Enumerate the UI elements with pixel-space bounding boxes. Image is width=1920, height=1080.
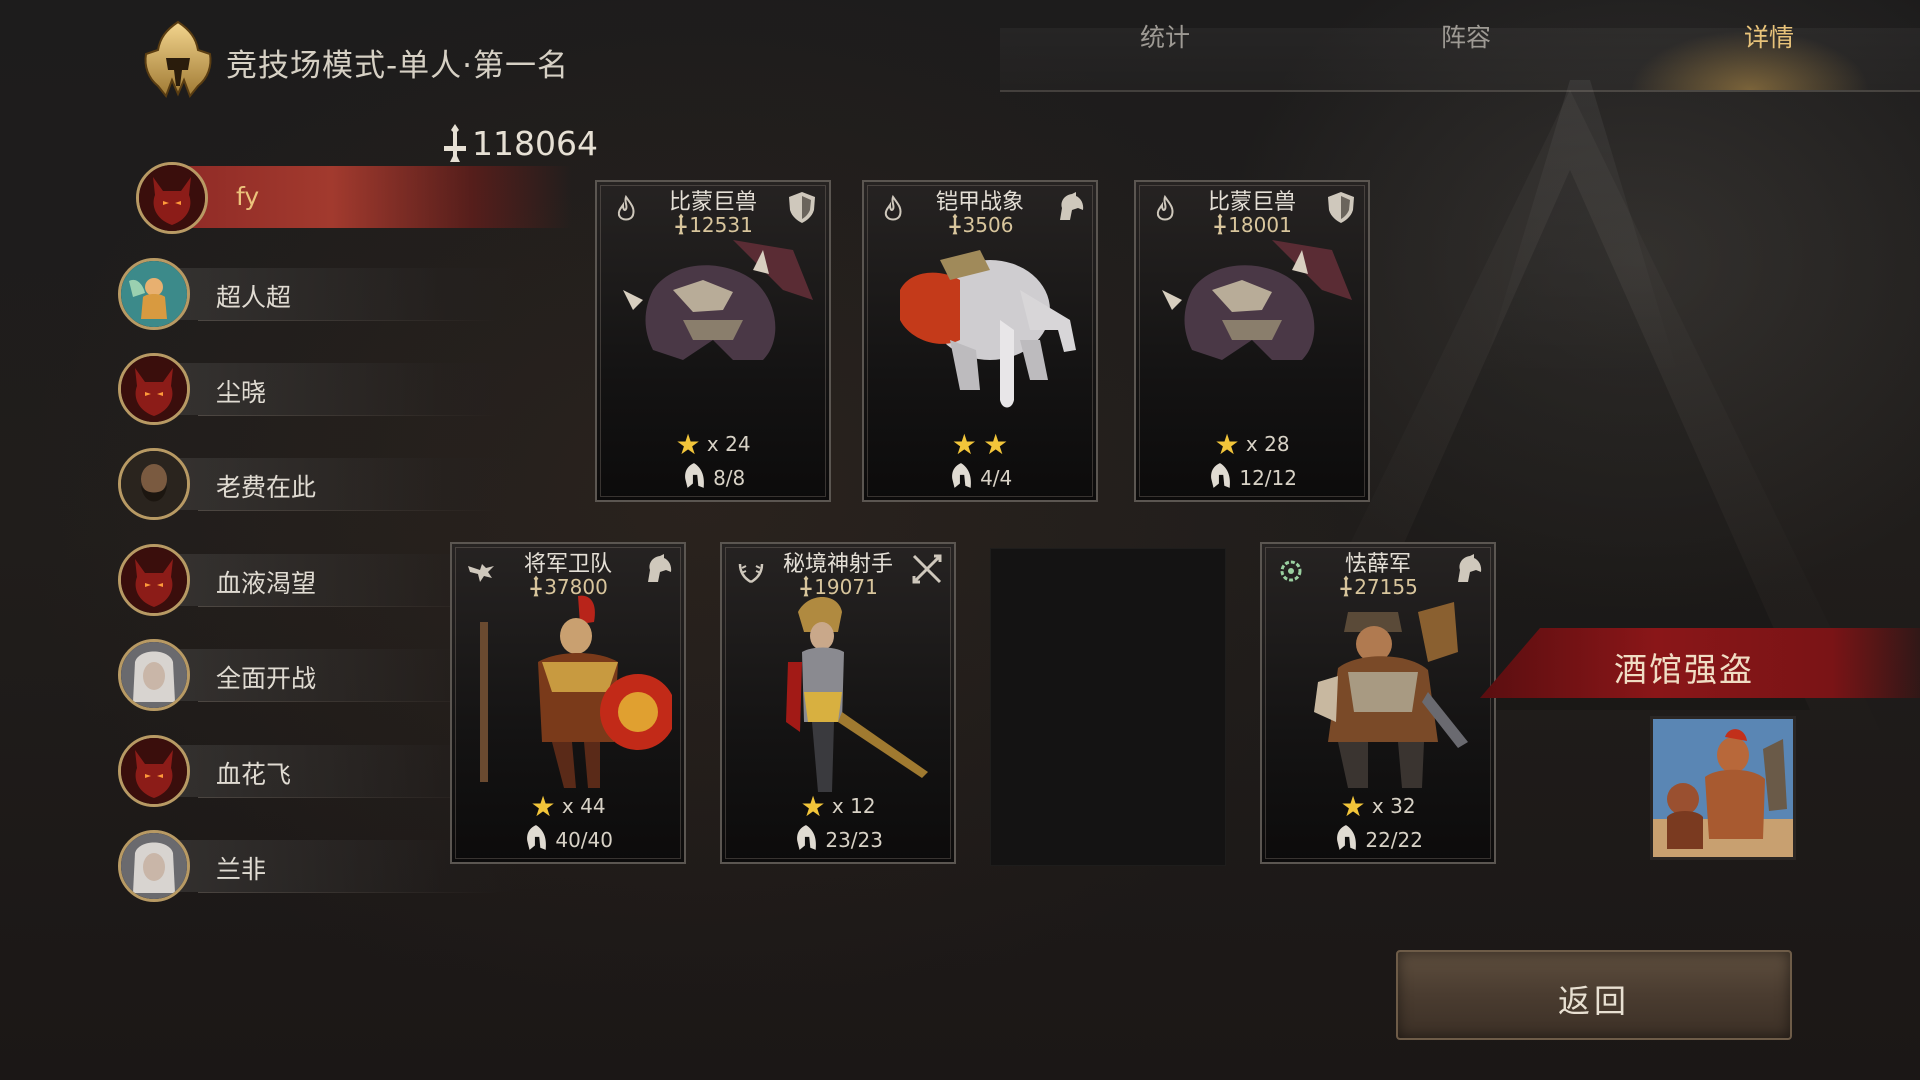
player-row[interactable]: 老费在此 bbox=[118, 446, 518, 522]
unit-count: 4/4 bbox=[864, 462, 1096, 490]
player-row[interactable]: 全面开战 bbox=[118, 637, 518, 713]
unit-card[interactable]: 比蒙巨兽 18001 ★ x 28 12/12 bbox=[1134, 180, 1370, 502]
helmet-icon bbox=[948, 462, 974, 490]
player-name: fy bbox=[236, 182, 260, 211]
unit-card[interactable]: 铠甲战象 3506 ★ ★ 4/4 bbox=[862, 180, 1098, 502]
bandit-portrait bbox=[1653, 719, 1793, 857]
player-row[interactable]: 超人超 bbox=[118, 256, 518, 332]
unit-card[interactable]: 秘境神射手 19071 ★ x 12 23/23 bbox=[720, 542, 956, 864]
bearded-man-avatar bbox=[118, 448, 190, 520]
player-row-highlight bbox=[172, 166, 572, 228]
star-icon: ★ bbox=[675, 428, 701, 461]
player-row[interactable]: 尘晓 bbox=[118, 351, 518, 427]
unit-count: 23/23 bbox=[722, 824, 954, 852]
star-icon: ★ bbox=[983, 428, 1009, 461]
player-name: 超人超 bbox=[216, 283, 292, 312]
empty-unit-slot[interactable] bbox=[990, 548, 1226, 866]
hero-portrait[interactable] bbox=[1650, 716, 1796, 860]
helmet-icon bbox=[1333, 824, 1359, 852]
back-button-label: 返回 bbox=[1557, 982, 1630, 1020]
behemoth-art bbox=[623, 240, 813, 360]
unit-stars: ★ x 24 bbox=[675, 428, 751, 461]
helmet-icon bbox=[523, 824, 549, 852]
tab-details[interactable]: 详情 bbox=[1744, 18, 1794, 54]
back-button[interactable]: 返回 bbox=[1396, 950, 1792, 1040]
star-icon: ★ bbox=[800, 790, 826, 823]
archer-art bbox=[786, 597, 928, 792]
player-row[interactable]: 兰非 bbox=[118, 828, 518, 904]
roman-general-art bbox=[480, 595, 672, 788]
total-power-value: 118064 bbox=[472, 123, 598, 163]
helmet-icon bbox=[1207, 462, 1233, 490]
page-title: 竞技场模式-单人·第一名 bbox=[226, 48, 570, 84]
star-icon: ★ bbox=[530, 790, 556, 823]
star-icon: ★ bbox=[951, 428, 977, 461]
player-row-fy[interactable]: fy bbox=[136, 160, 572, 236]
star-icon: ★ bbox=[1340, 790, 1366, 823]
helmet-icon bbox=[681, 462, 707, 490]
total-power: 118064 bbox=[440, 122, 598, 164]
mongol-warrior-art bbox=[1314, 602, 1468, 788]
war-elephant-art bbox=[900, 250, 1076, 408]
demon-avatar bbox=[118, 735, 190, 807]
unit-count: 22/22 bbox=[1262, 824, 1494, 852]
unit-count: 8/8 bbox=[597, 462, 829, 490]
unit-stars: ★ x 28 bbox=[1214, 428, 1290, 461]
spartan-helmet-icon bbox=[144, 20, 212, 98]
unit-count: 40/40 bbox=[452, 824, 684, 852]
unit-stars: ★ x 12 bbox=[800, 790, 876, 823]
behemoth-art bbox=[1162, 240, 1352, 360]
player-name: 兰非 bbox=[216, 855, 267, 884]
power-sword-icon bbox=[444, 124, 466, 162]
player-name: 尘晓 bbox=[216, 378, 267, 407]
player-row[interactable]: 血液渴望 bbox=[118, 542, 518, 618]
unit-card[interactable]: 怯薛军 27155 ★ x 32 22/22 bbox=[1260, 542, 1496, 864]
tab-statistics[interactable]: 统计 bbox=[1140, 18, 1190, 54]
unit-stars: ★ x 44 bbox=[530, 790, 606, 823]
header: 竞技场模式-单人·第一名 统计 阵容 详情 bbox=[0, 0, 1920, 100]
unit-stars: ★ x 32 bbox=[1340, 790, 1416, 823]
angel-avatar bbox=[118, 258, 190, 330]
hero-name: 酒馆强盗 bbox=[1614, 650, 1754, 689]
helmet-icon bbox=[793, 824, 819, 852]
unit-card[interactable]: 将军卫队 37800 ★ x 44 40/40 bbox=[450, 542, 686, 864]
demon-avatar bbox=[136, 162, 208, 234]
demon-avatar bbox=[118, 353, 190, 425]
tab-lineup[interactable]: 阵容 bbox=[1441, 18, 1491, 54]
unit-card[interactable]: 比蒙巨兽 12531 ★ x 24 8/8 bbox=[595, 180, 831, 502]
player-name: 全面开战 bbox=[216, 664, 317, 693]
player-name: 老费在此 bbox=[216, 473, 317, 502]
unit-count: 12/12 bbox=[1136, 462, 1368, 490]
elf-woman-avatar bbox=[118, 830, 190, 902]
player-name: 血液渴望 bbox=[216, 569, 317, 598]
elf-woman-avatar bbox=[118, 639, 190, 711]
demon-avatar bbox=[118, 544, 190, 616]
player-row[interactable]: 血花飞 bbox=[118, 733, 518, 809]
star-icon: ★ bbox=[1214, 428, 1240, 461]
unit-stars: ★ ★ bbox=[864, 428, 1096, 461]
player-name: 血花飞 bbox=[216, 760, 292, 789]
